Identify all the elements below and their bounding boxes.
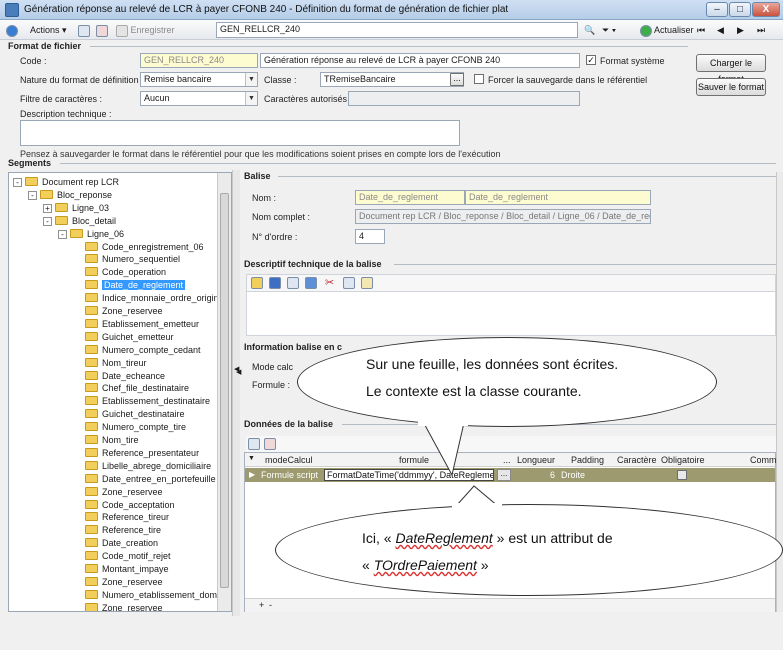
bottom-callout <box>275 504 783 596</box>
tail-mask <box>452 503 502 509</box>
top-callout-line2: Le contexte est la classe courante. <box>366 383 582 399</box>
top-callout <box>297 337 717 427</box>
top-callout-line1: Sur une feuille, les données sont écrite… <box>366 356 619 372</box>
bottom-callout-line2: « TOrdrePaiement » <box>362 557 489 573</box>
bottom-callout-line1: Ici, « DateReglement » est un attribut d… <box>362 530 613 546</box>
class-name: TOrdrePaiement <box>373 557 477 573</box>
attr-name: DateReglement <box>395 530 493 546</box>
tail-mask <box>418 420 468 426</box>
